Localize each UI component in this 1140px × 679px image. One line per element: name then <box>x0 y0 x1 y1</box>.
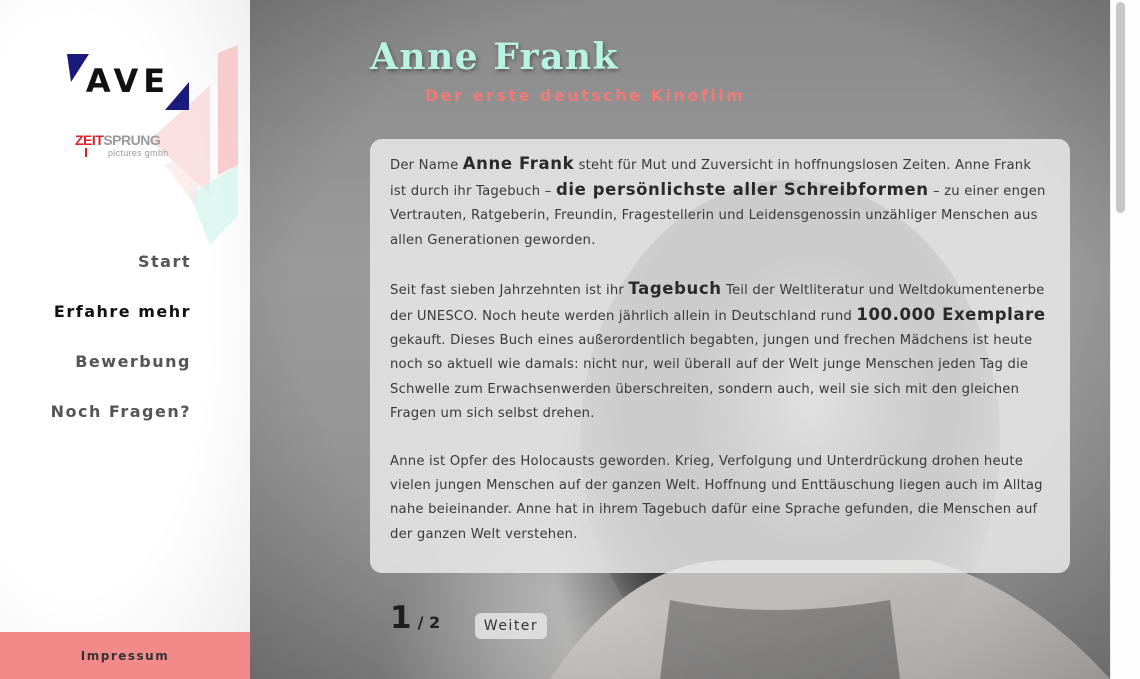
page-subtitle: Der erste deutsche Kinofilm <box>425 86 746 105</box>
sidebar: AVE ZEITSPRUNG pictures gmbh Start Erfah… <box>0 0 250 679</box>
scrollbar[interactable] <box>1110 0 1140 679</box>
current-page-number: 1 <box>390 600 412 636</box>
paragraph-2: Seit fast sieben Jahrzehnten ist ihr Tag… <box>390 278 1046 421</box>
paragraph-1: Der Name Anne Frank steht für Mut und Zu… <box>390 154 1046 248</box>
zeitsprung-logo-subtext: pictures gmbh <box>108 148 169 158</box>
page-title: Anne Frank <box>370 36 620 78</box>
paragraph-3: Anne ist Opfer des Holocausts geworden. … <box>390 454 1043 542</box>
nav-item-erfahre-mehr[interactable]: Erfahre mehr <box>51 302 191 352</box>
zeitsprung-logo-text: ZEITSPRUNG <box>75 132 161 148</box>
zeitsprung-logo[interactable]: ZEITSPRUNG pictures gmbh <box>75 127 185 163</box>
main-navigation: Start Erfahre mehr Bewerbung Noch Fragen… <box>51 252 191 452</box>
nav-item-bewerbung[interactable]: Bewerbung <box>51 352 191 402</box>
ave-logo-text: AVE <box>85 62 171 100</box>
total-pages: / 2 <box>417 613 441 632</box>
next-button[interactable]: Weiter <box>475 613 547 639</box>
zeitsprung-logo-bar <box>85 148 87 157</box>
main-content: Anne Frank Der erste deutsche Kinofilm D… <box>250 0 1110 679</box>
scrollbar-thumb[interactable] <box>1116 2 1125 213</box>
content-text-box: Der Name Anne Frank steht für Mut und Zu… <box>370 139 1070 573</box>
pagination: 1 / 2 <box>390 600 440 636</box>
footer-bar: Impressum <box>0 632 250 679</box>
ave-logo[interactable]: AVE <box>67 54 189 110</box>
nav-item-noch-fragen[interactable]: Noch Fragen? <box>51 402 191 452</box>
nav-item-start[interactable]: Start <box>51 252 191 302</box>
impressum-link[interactable]: Impressum <box>81 649 169 663</box>
